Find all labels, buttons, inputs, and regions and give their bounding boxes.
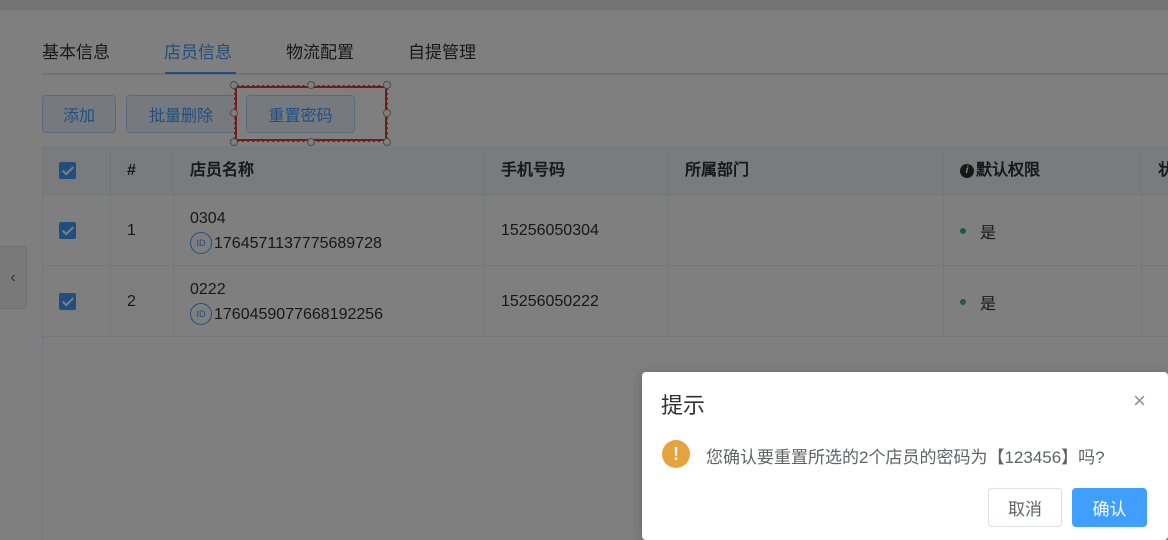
close-icon[interactable]: × [1133,390,1146,412]
dialog-message: 您确认要重置所选的2个店员的密码为【123456】吗? [706,448,1105,467]
confirm-dialog: 提示 × ! 您确认要重置所选的2个店员的密码为【123456】吗? 取消 确认 [642,372,1168,540]
cancel-button[interactable]: 取消 [988,488,1062,527]
dialog-title: 提示 [661,393,706,418]
confirm-button[interactable]: 确认 [1072,488,1147,527]
warning-icon: ! [662,440,690,468]
